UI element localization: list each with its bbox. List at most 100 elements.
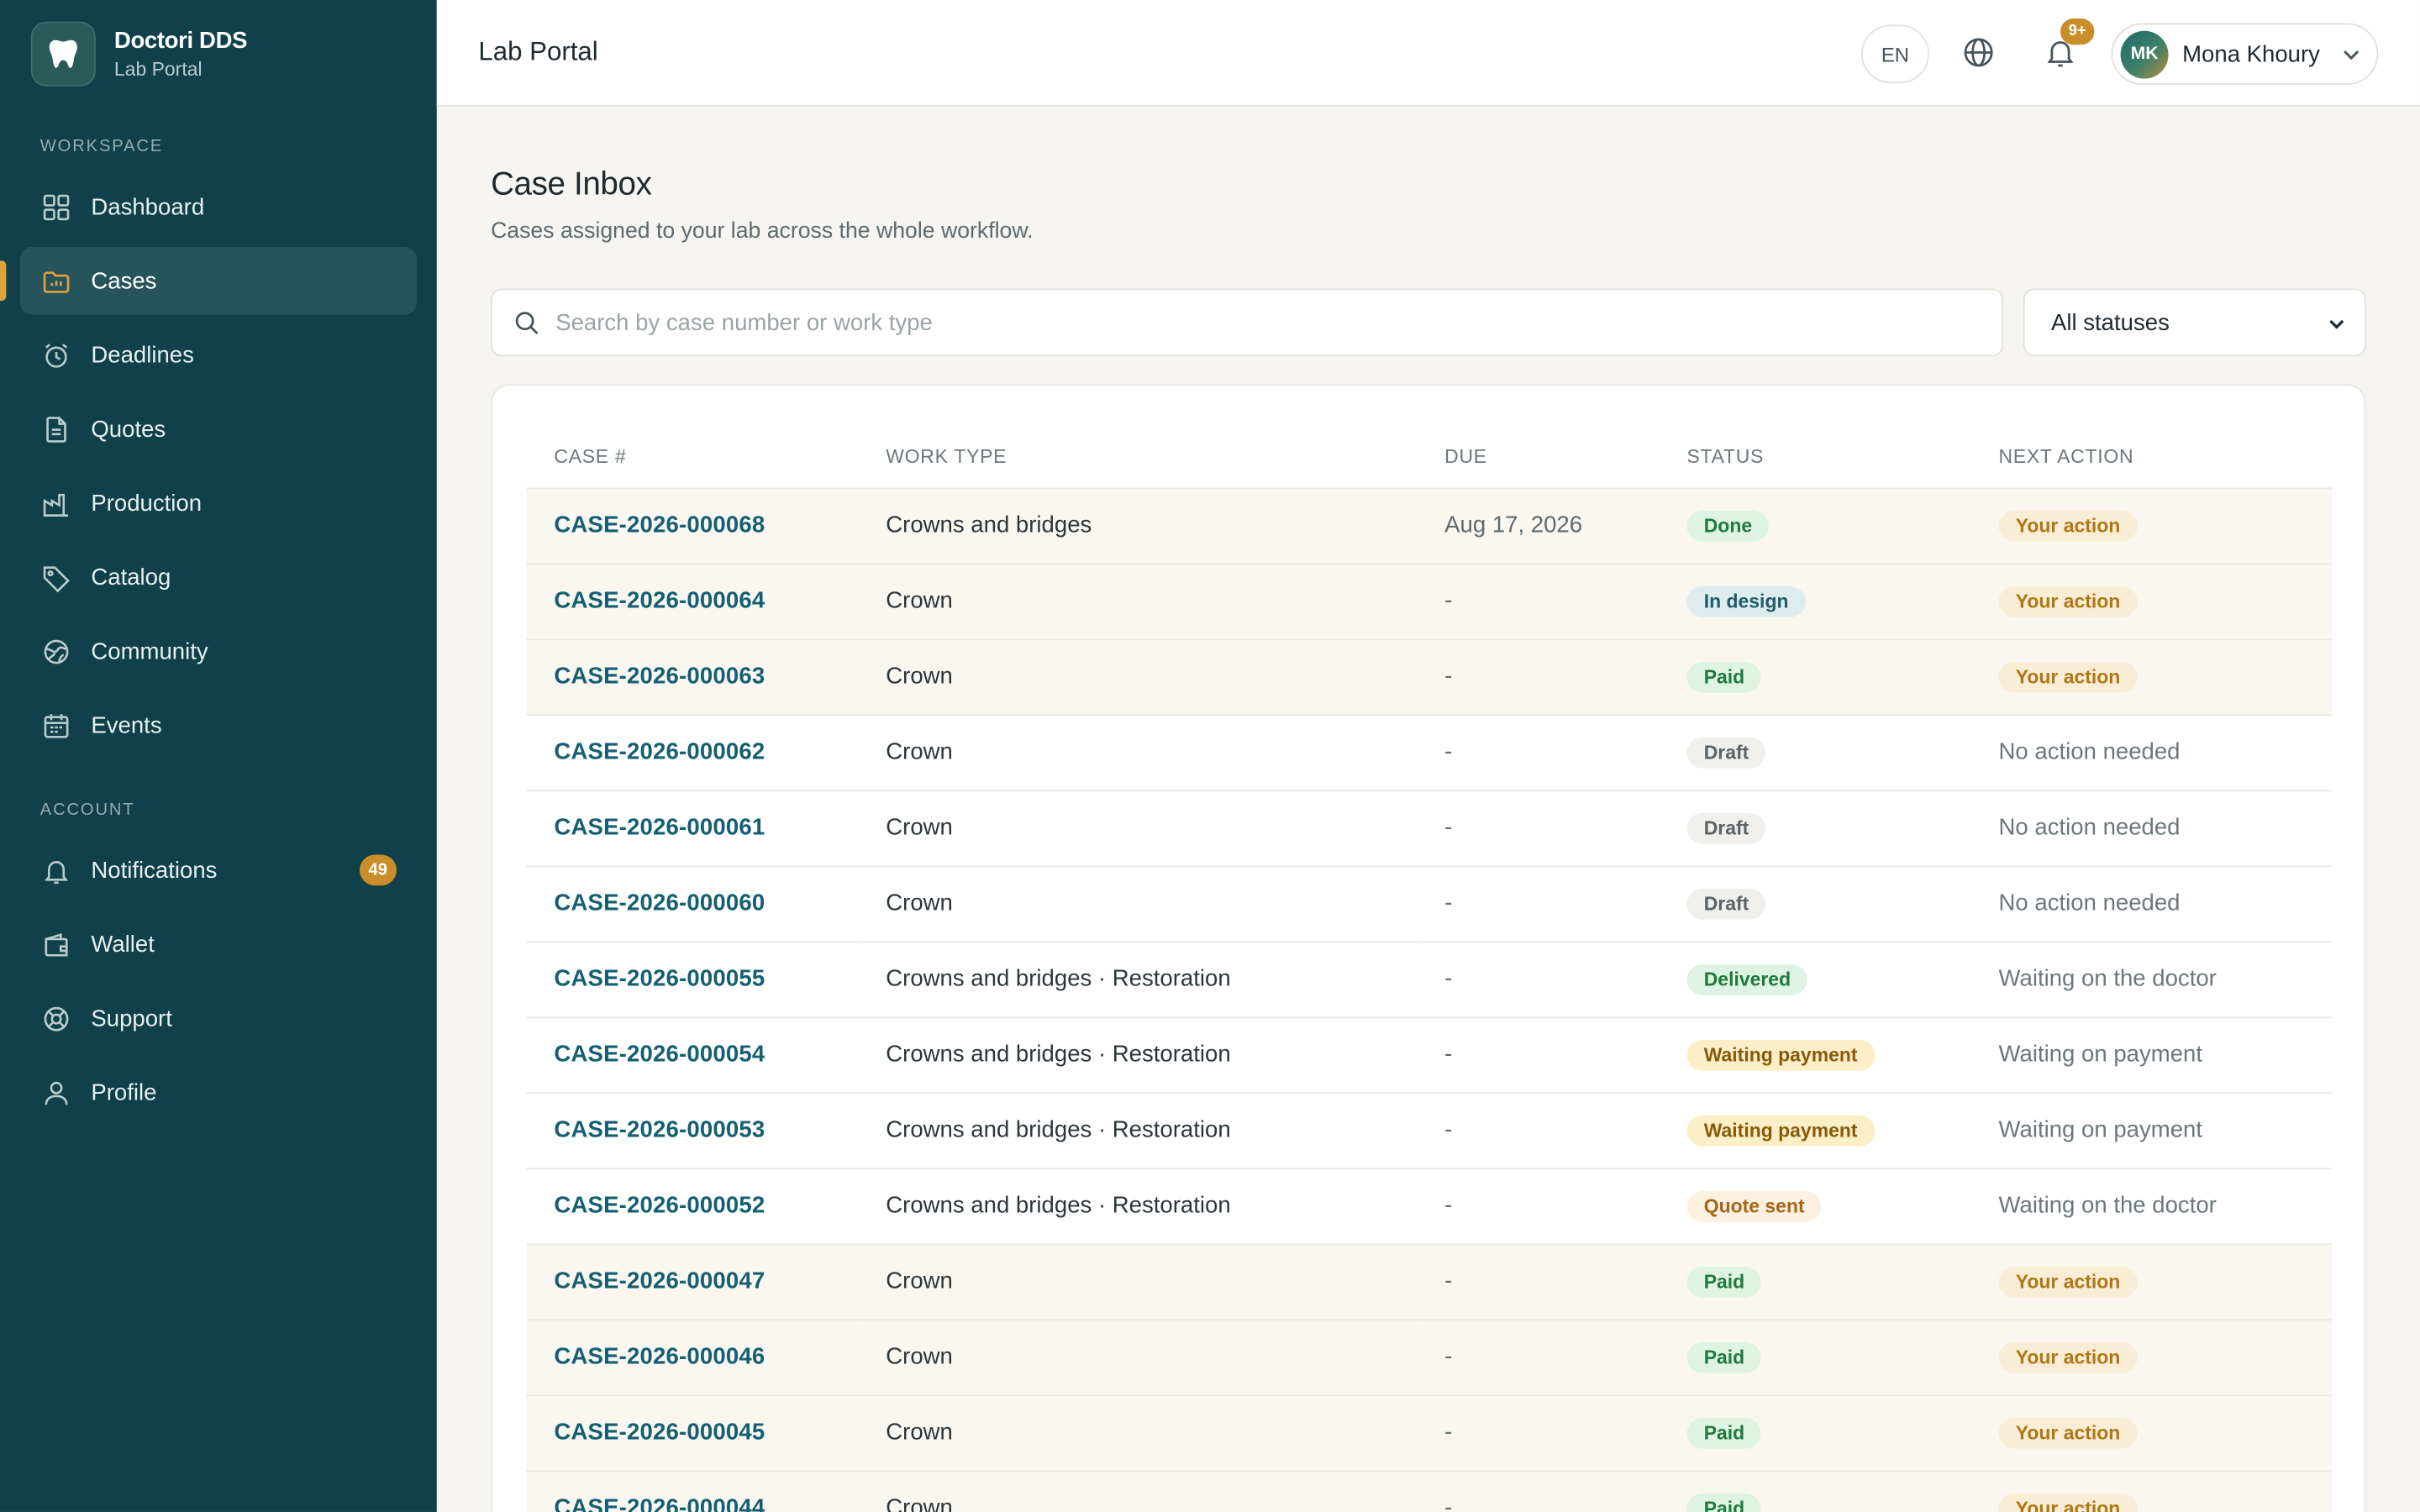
column-header-status[interactable]: STATUS <box>1659 425 1971 489</box>
factory-icon <box>43 492 68 517</box>
tag-icon <box>43 565 70 592</box>
case-number-link[interactable]: CASE-2026-000061 <box>554 815 765 841</box>
sidebar-item-label: Dashboard <box>91 193 205 220</box>
case-number-link-cell: CASE-2026-000068 <box>526 487 859 564</box>
status-badge: Quote sent <box>1686 1190 1822 1221</box>
case-number-link-cell: CASE-2026-000045 <box>526 1394 859 1472</box>
table-row[interactable]: CASE-2026-000060 Crown - Draft No action nee… <box>526 865 2333 942</box>
due-date: - <box>1444 1419 1453 1446</box>
sidebar-item-events[interactable]: Events <box>20 691 417 759</box>
case-number-link-cell: CASE-2026-000044 <box>526 1470 859 1512</box>
table-row[interactable]: CASE-2026-000064 Crown - In design Your acti… <box>526 563 2333 640</box>
sidebar-item-notifications[interactable]: Notifications 49 <box>20 836 417 904</box>
work-type-cell: Crown <box>858 1319 1418 1396</box>
column-header-work-type[interactable]: WORK TYPE <box>858 425 1418 489</box>
next-action-text: No action needed <box>1998 814 2181 842</box>
case-number-link-cell: CASE-2026-000060 <box>526 865 859 942</box>
bell-icon <box>45 860 68 884</box>
table-row[interactable]: CASE-2026-000046 Crown - Paid Your action <box>526 1319 2333 1396</box>
table-row[interactable]: CASE-2026-000045 Crown - Paid Your action <box>526 1394 2333 1472</box>
sidebar-item-dashboard[interactable]: Dashboard <box>20 173 417 241</box>
table-row[interactable]: CASE-2026-000044 Crown - Paid Your action <box>526 1470 2333 1512</box>
sidebar-item-deadlines[interactable]: Deadlines <box>20 321 417 389</box>
status-badge-cell: Draft <box>1659 714 1971 791</box>
next-action-text: No action needed <box>1998 738 2181 766</box>
case-number-link[interactable]: CASE-2026-000063 <box>554 664 765 690</box>
column-header-case[interactable]: CASE # <box>526 425 859 489</box>
due-date-cell: - <box>1417 638 1660 716</box>
work-type: Crown <box>886 1494 953 1512</box>
table-row[interactable]: CASE-2026-000052 Crowns and bridges · Res… <box>526 1168 2333 1245</box>
next-action-badge[interactable]: Your action <box>1998 585 2138 617</box>
work-type-cell: Crown <box>858 714 1418 791</box>
status-filter-value: All statuses <box>2050 309 2170 336</box>
case-number-link[interactable]: CASE-2026-000068 <box>554 512 765 538</box>
sidebar-item-quotes[interactable]: Quotes <box>20 395 417 463</box>
status-badge: Draft <box>1686 737 1766 768</box>
next-action-badge[interactable]: Your action <box>1998 661 2138 692</box>
page-subtitle: Cases assigned to your lab across the wh… <box>491 218 1034 244</box>
work-type-cell: Crowns and bridges · Restoration <box>858 1092 1418 1169</box>
next-action-badge[interactable]: Your action <box>1998 1417 2138 1448</box>
status-badge-cell: Done <box>1659 487 1971 564</box>
work-type-cell: Crowns and bridges <box>858 487 1418 564</box>
globe-icon[interactable] <box>1961 35 1995 69</box>
column-header-due[interactable]: DUE <box>1417 425 1660 489</box>
sidebar-item-support[interactable]: Support <box>20 984 417 1053</box>
table-row[interactable]: CASE-2026-000055 Crowns and bridges · Res… <box>526 941 2333 1018</box>
case-number-link[interactable]: CASE-2026-000055 <box>554 966 765 992</box>
alarm-clock-icon <box>45 343 68 367</box>
sidebar-item-community[interactable]: Community <box>20 617 417 685</box>
language-button[interactable]: EN <box>1861 24 1929 84</box>
next-action-badge-cell: Your action <box>1970 1470 2333 1512</box>
table-row[interactable]: CASE-2026-000061 Crown - Draft No action nee… <box>526 790 2333 867</box>
work-type-cell: Crowns and bridges · Restoration <box>858 1168 1418 1245</box>
sidebar-item-profile[interactable]: Profile <box>20 1058 417 1126</box>
case-number-link-cell: CASE-2026-000052 <box>526 1168 859 1245</box>
due-date-cell: - <box>1417 1243 1660 1320</box>
table-row[interactable]: CASE-2026-000047 Crown - Paid Your action <box>526 1243 2333 1320</box>
case-number-link[interactable]: CASE-2026-000046 <box>554 1344 765 1370</box>
sidebar-item-label: Community <box>91 638 208 664</box>
case-number-link[interactable]: CASE-2026-000064 <box>554 588 765 614</box>
table-row[interactable]: CASE-2026-000054 Crowns and bridges · Res… <box>526 1016 2333 1094</box>
case-number-link[interactable]: CASE-2026-000054 <box>554 1042 765 1068</box>
next-action-text-cell: Waiting on payment <box>1970 1016 2333 1094</box>
case-number-link[interactable]: CASE-2026-000045 <box>554 1420 765 1446</box>
status-badge-cell: Waiting payment <box>1659 1016 1971 1094</box>
sidebar-item-wallet[interactable]: Wallet <box>20 911 417 979</box>
status-badge-cell: Paid <box>1659 1470 1971 1512</box>
page-title: Case Inbox <box>491 166 652 202</box>
table-row[interactable]: CASE-2026-000062 Crown - Draft No action nee… <box>526 714 2333 791</box>
case-number-link[interactable]: CASE-2026-000060 <box>554 890 765 916</box>
table-row[interactable]: CASE-2026-000068 Crowns and bridges Aug 17… <box>526 487 2333 564</box>
status-filter-select[interactable]: All statuses <box>2023 288 2366 357</box>
table-row[interactable]: CASE-2026-000063 Crown - Paid Your action <box>526 638 2333 716</box>
sidebar-item-production[interactable]: Production <box>20 469 417 537</box>
case-number-link[interactable]: CASE-2026-000062 <box>554 739 765 765</box>
work-type: Crown <box>886 1268 953 1294</box>
globe-network-icon <box>44 638 69 664</box>
case-number-link[interactable]: CASE-2026-000044 <box>554 1495 765 1512</box>
next-action-badge[interactable]: Your action <box>1998 1341 2138 1373</box>
case-number-link[interactable]: CASE-2026-000047 <box>554 1268 765 1294</box>
table-row[interactable]: CASE-2026-000053 Crowns and bridges · Res… <box>526 1092 2333 1169</box>
user-menu-button[interactable]: MK Mona Khoury <box>2111 23 2379 86</box>
work-type: Crowns and bridges · Restoration <box>886 965 1231 992</box>
case-number-link[interactable]: CASE-2026-000053 <box>554 1117 765 1143</box>
brand[interactable]: Doctori DDS Lab Portal <box>0 0 437 108</box>
status-badge-cell: Draft <box>1659 865 1971 942</box>
next-action-badge[interactable]: Your action <box>1998 510 2138 541</box>
header-title: Lab Portal <box>478 37 598 66</box>
status-badge: Paid <box>1686 661 1762 692</box>
sidebar-item-label: Support <box>91 1005 172 1032</box>
search-box <box>491 288 2004 357</box>
search-input[interactable] <box>555 309 1914 336</box>
case-number-link[interactable]: CASE-2026-000052 <box>554 1193 765 1219</box>
next-action-badge[interactable]: Your action <box>1998 1266 2138 1297</box>
sidebar-item-cases[interactable]: Cases <box>0 246 417 315</box>
column-header-next-action[interactable]: NEXT ACTION <box>1970 425 2333 489</box>
sidebar-item-catalog[interactable]: Catalog <box>20 543 417 612</box>
next-action-badge[interactable]: Your action <box>1998 1493 2138 1512</box>
next-action-badge-cell: Your action <box>1970 1243 2333 1320</box>
